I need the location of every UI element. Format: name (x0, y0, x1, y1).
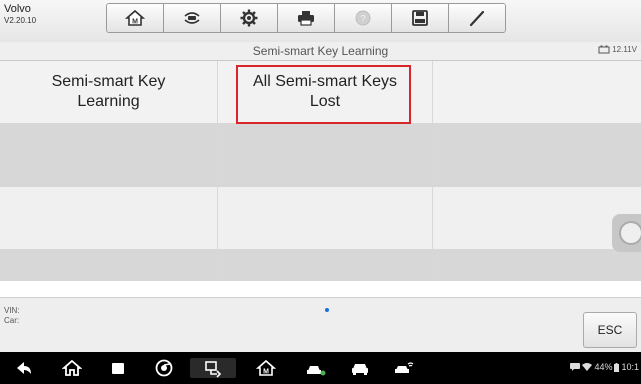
menu-row (0, 250, 641, 281)
clock: 10:1 (621, 362, 639, 372)
help-icon: ? (355, 10, 371, 26)
page-title: Semi-smart Key Learning (252, 44, 389, 58)
status-area: 44% 10:1 (570, 362, 639, 372)
nav-browser-button[interactable] (150, 358, 178, 378)
menu-cell-empty (433, 250, 641, 280)
menu-row: Semi-smart Key Learning All Semi-smart K… (0, 61, 641, 124)
vin-label: VIN: (4, 306, 20, 315)
vehicle-info: VIN: Car: (4, 306, 20, 326)
svg-text:M: M (132, 19, 138, 26)
battery-voltage-value: 12.11V (612, 45, 637, 54)
edit-button[interactable] (449, 4, 505, 32)
top-toolbar: Volvo V2.20.10 M ? (0, 0, 641, 43)
app-name: Volvo (4, 3, 31, 15)
home-icon: M (125, 9, 145, 26)
system-navigation-bar: M 44% 10:1 (0, 352, 641, 384)
help-button[interactable]: ? (335, 4, 392, 32)
menu-cell-empty (0, 187, 218, 249)
remote-icon (205, 361, 222, 378)
page-indicator-dot (325, 308, 329, 312)
recent-apps-icon (112, 363, 124, 374)
car-icon (352, 364, 368, 375)
wifi-icon (582, 363, 593, 371)
car-label: Car: (4, 316, 20, 325)
vehicle-info-footer: VIN: Car: ESC (0, 297, 641, 353)
save-button[interactable] (392, 4, 449, 32)
nav-recent-apps-button[interactable] (104, 358, 132, 378)
toolbar-buttons: M ? (106, 3, 506, 33)
vehicle-swap-button[interactable] (164, 4, 221, 32)
battery-icon (614, 362, 620, 372)
menu-cell-empty (218, 124, 433, 186)
page-subtitle-bar: Semi-smart Key Learning 12.11V (0, 42, 641, 61)
menu-cell-empty (433, 61, 641, 123)
car-scan-icon (395, 362, 414, 373)
menu-grid: Semi-smart Key Learning All Semi-smart K… (0, 61, 641, 281)
floating-assistive-button[interactable] (612, 214, 641, 252)
car-battery-icon (598, 45, 610, 54)
home-button[interactable]: M (107, 4, 164, 32)
pen-icon (469, 10, 485, 27)
nav-diagnostics-home-button[interactable]: M (252, 358, 280, 378)
vehicle-swap-icon (184, 12, 200, 24)
nav-car-scan-button[interactable] (388, 358, 420, 378)
diagnostics-home-icon: M (256, 359, 276, 376)
svg-text:M: M (263, 369, 269, 376)
svg-text:?: ? (360, 14, 365, 24)
chrome-icon (155, 359, 173, 377)
nav-car-button[interactable] (346, 358, 374, 378)
home-icon (62, 359, 82, 376)
circle-icon (619, 221, 641, 245)
message-icon (570, 363, 581, 371)
save-icon (412, 10, 428, 26)
menu-cell-empty (218, 250, 433, 280)
menu-cell-empty (433, 124, 641, 186)
menu-cell-empty (0, 124, 218, 186)
menu-row (0, 124, 641, 187)
esc-button[interactable]: ESC (583, 312, 637, 348)
gear-icon (240, 9, 258, 27)
nav-remote-button[interactable] (190, 358, 236, 378)
menu-item-all-semi-smart-keys-lost[interactable]: All Semi-smart Keys Lost (218, 61, 433, 123)
menu-cell-empty (433, 187, 641, 249)
battery-percent: 44% (594, 362, 613, 372)
settings-button[interactable] (221, 4, 278, 32)
nav-back-button[interactable] (10, 358, 38, 378)
menu-cell-empty (0, 250, 218, 280)
menu-item-semi-smart-key-learning[interactable]: Semi-smart Key Learning (0, 61, 218, 123)
menu-cell-empty (218, 187, 433, 249)
nav-home-button[interactable] (58, 358, 86, 378)
car-service-icon (307, 366, 326, 376)
print-button[interactable] (278, 4, 335, 32)
app-version: V2.20.10 (4, 16, 37, 25)
battery-voltage: 12.11V (598, 45, 637, 54)
nav-car-service-button[interactable] (300, 358, 332, 378)
printer-icon (298, 11, 314, 26)
menu-row (0, 187, 641, 250)
back-icon (17, 362, 31, 374)
